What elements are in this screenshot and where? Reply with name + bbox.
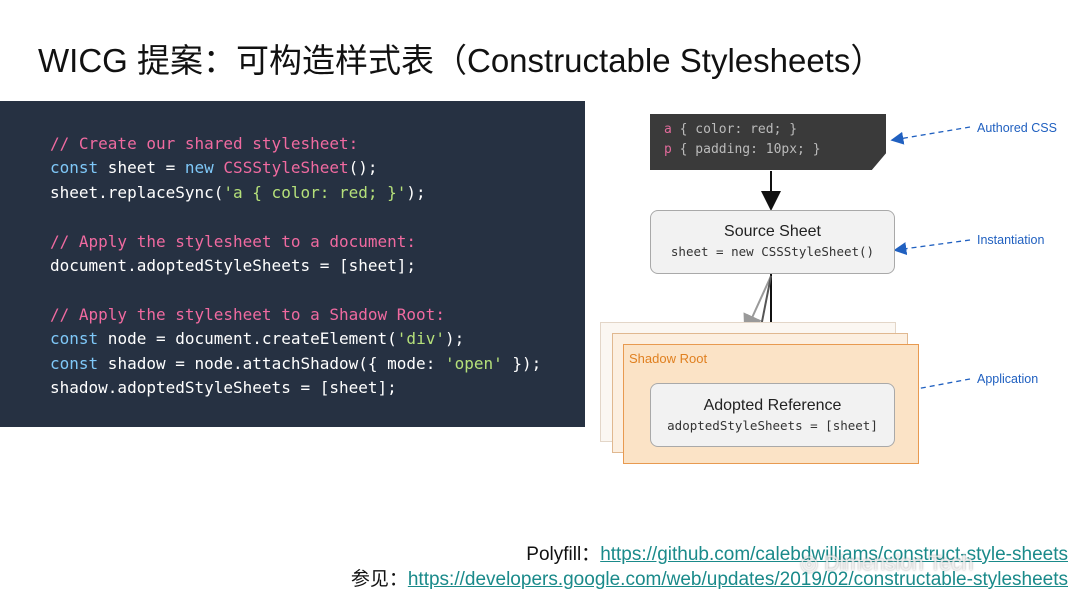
wechat-icon: ◎ (800, 552, 819, 575)
code-token-plain: shadow = node.attachShadow({ mode: (98, 353, 445, 373)
authored-css-rule-p: { padding: 10px; } (671, 142, 821, 157)
code-token-str: 'a { color: red; }' (223, 182, 407, 202)
authored-css-box: a { color: red; } p { padding: 10px; } (650, 114, 886, 170)
slide: WICG 提案：可构造样式表（Constructable Stylesheets… (0, 0, 1080, 608)
code-token-plain: }); (502, 353, 542, 373)
label-application: Application (977, 372, 1039, 386)
code-block: // Create our shared stylesheet: const sh… (50, 132, 541, 400)
authored-css-selector-a: a (664, 122, 672, 137)
polyfill-prefix: Polyfill： (526, 544, 601, 565)
watermark-text: Dimension Tech (824, 552, 974, 575)
code-line: const shadow = node.attachShadow({ mode:… (50, 352, 541, 376)
source-sheet-title: Source Sheet (724, 223, 821, 240)
source-sheet-code: sheet = new CSSStyleSheet() (670, 244, 875, 259)
code-token-plain: ); (444, 329, 465, 349)
code-line: shadow.adoptedStyleSheets = [sheet]; (50, 376, 541, 400)
code-token-kw: const (50, 329, 99, 349)
code-token-plain: shadow.adoptedStyleSheets = [sheet]; (50, 377, 397, 397)
polyfill-line: Polyfill：https://github.com/calebdwillia… (526, 539, 1068, 566)
code-line: sheet.replaceSync('a { color: red; }'); (50, 181, 541, 205)
code-token-str: 'open' (444, 353, 503, 373)
code-token-str: 'div' (396, 329, 445, 349)
code-token-kw: const (50, 353, 99, 373)
watermark: ◎ Dimension Tech (800, 551, 973, 576)
code-line: const sheet = new CSSStyleSheet(); (50, 156, 541, 180)
adopted-reference-box: Adopted Reference adoptedStyleSheets = [… (650, 383, 895, 447)
code-line: // Apply the stylesheet to a document: (50, 230, 541, 254)
source-sheet-box: Source Sheet sheet = new CSSStyleSheet() (650, 210, 895, 274)
label-instantiation: Instantiation (977, 233, 1045, 247)
code-token-comment: // Apply the stylesheet to a Shadow Root… (50, 304, 445, 324)
label-authored-css: Authored CSS (977, 121, 1057, 135)
code-token-fn: CSSStyleSheet (223, 158, 349, 178)
code-token-comment: // Create our shared stylesheet: (50, 134, 359, 153)
authored-css-rule-a: { color: red; } (671, 122, 798, 137)
code-token-plain: ); (406, 182, 426, 202)
code-line: // Apply the stylesheet to a Shadow Root… (50, 303, 541, 327)
stylesheet-diagram: a { color: red; } p { padding: 10px; } S… (590, 100, 1080, 480)
pointer-instantiation (893, 239, 971, 256)
pointer-authored (890, 126, 971, 145)
code-token-plain: sheet.replaceSync( (50, 182, 224, 202)
code-line: document.adoptedStyleSheets = [sheet]; (50, 254, 541, 278)
shadow-root-label: Shadow Root (629, 351, 708, 366)
code-token-plain: sheet = (98, 158, 185, 178)
adopted-reference-code: adoptedStyleSheets = [sheet] (667, 418, 878, 433)
code-token-plain: (); (348, 158, 378, 178)
code-token-plain: node = document.createElement( (98, 329, 397, 349)
adopted-reference-title: Adopted Reference (703, 397, 842, 414)
authored-css-selector-p: p (664, 142, 672, 157)
see-also-prefix: 参见： (350, 569, 408, 590)
code-token-comment: // Apply the stylesheet to a document: (50, 231, 417, 251)
code-token-plain: document.adoptedStyleSheets = [sheet]; (50, 255, 417, 275)
code-token-kw: const (50, 158, 99, 178)
code-line: // Create our shared stylesheet: (50, 132, 541, 156)
code-token-kw: new (184, 158, 214, 178)
code-line: const node = document.createElement('div… (50, 327, 541, 351)
slide-title: WICG 提案：可构造样式表（Constructable Stylesheets… (38, 42, 884, 79)
